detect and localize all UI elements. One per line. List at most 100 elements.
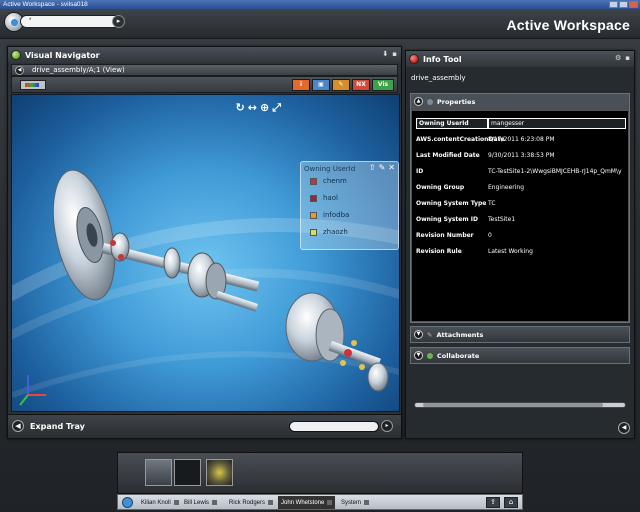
zoom-icon[interactable]: ⊕	[260, 101, 269, 115]
pan-icon[interactable]: ↔	[248, 101, 257, 115]
minimize-button[interactable]	[609, 1, 618, 8]
expand-tray-icon: ◀	[12, 420, 24, 432]
user-tab[interactable]: Rick Rodgers	[226, 496, 276, 509]
sort-icon[interactable]: ⇧	[369, 163, 376, 172]
scrollbar-thumb[interactable]	[423, 403, 603, 407]
tray-thumbnail[interactable]	[206, 459, 233, 486]
owning-user-item[interactable]: zhaozh	[310, 228, 348, 236]
window-titlebar: Active Workspace - svilsa018	[0, 0, 640, 9]
property-key: Revision Rule	[416, 247, 462, 255]
expand-tray-label: Expand Tray	[30, 421, 85, 431]
panel-controls: ⬇ ▪	[382, 50, 397, 58]
user-tab[interactable]: John Whetstone	[278, 496, 336, 509]
property-value: TestSite1	[488, 215, 516, 223]
collaborate-title: Collaborate	[437, 351, 480, 360]
viewer-toolbar-button[interactable]: Vis	[372, 79, 394, 91]
display-mode-icon[interactable]	[20, 80, 46, 90]
cv-joint[interactable]	[285, 292, 389, 392]
property-row[interactable]: Owning System Type TC	[416, 197, 626, 209]
search-input[interactable]: *	[20, 15, 124, 28]
viewer-toolbar-buttons: i ▣ ✎ NX Vis	[292, 79, 394, 91]
collapse-icon: ▲	[414, 97, 423, 106]
properties-list: Owning UserId mangesser AWS.contentCreatio…	[411, 110, 629, 322]
owning-user-item[interactable]: infodba	[310, 211, 349, 219]
collaborate-header[interactable]: ▼ Collaborate	[414, 351, 479, 360]
close-button[interactable]	[629, 1, 638, 8]
tab-status-icon	[173, 500, 179, 505]
panel-close-icon[interactable]: ▪	[392, 50, 397, 58]
visual-navigator-header: Visual Navigator ⬇ ▪	[8, 47, 401, 63]
property-row[interactable]: Owning System ID TestSite1	[416, 213, 626, 225]
property-value: 9/30/2011 3:38:53 PM	[488, 151, 555, 159]
property-row[interactable]: ID TC-TestSite1-2\WwgsiBMJCEHB-rJ14p_QmM\…	[416, 165, 626, 177]
back-icon[interactable]: ◀	[15, 65, 24, 75]
info-tool-back-icon[interactable]: ◀	[618, 422, 630, 434]
fit-icon[interactable]: ⤢	[272, 101, 281, 115]
property-key: Owning System Type	[416, 199, 487, 207]
property-row[interactable]: Owning UserId mangesser	[416, 117, 626, 129]
info-tool-close-icon[interactable]: ▪	[625, 54, 630, 62]
property-value: 8/17/2011 6:23:08 PM	[488, 135, 555, 143]
property-key: Revision Number	[416, 231, 474, 239]
property-key: AWS.contentCreationDate	[416, 135, 505, 143]
property-value: 0	[488, 231, 492, 239]
properties-header[interactable]: ▲ Properties	[414, 97, 475, 106]
property-row[interactable]: Revision Rule Latest Working	[416, 245, 626, 257]
tab-status-icon	[268, 500, 274, 505]
owning-user-header: Owning UserId	[304, 165, 356, 173]
properties-icon	[427, 98, 433, 105]
attachments-header[interactable]: ▼ ✎ Attachments	[414, 330, 483, 339]
property-row[interactable]: Revision Number 0	[416, 229, 626, 241]
selected-object-name: drive_assembly	[411, 74, 466, 82]
properties-section: ▲ Properties Owning UserId mangesser AWS.c…	[410, 93, 630, 323]
user-tab[interactable]: Bill Lewis	[181, 496, 220, 509]
gear-icon[interactable]: ⚙	[615, 54, 621, 62]
owning-user-item[interactable]: chenm	[310, 177, 347, 185]
expand-tray-bar: ◀ Expand Tray ▸	[8, 414, 401, 438]
info-tool-header: Info Tool ⚙ ▪	[406, 51, 634, 67]
user-tab-label: Rick Rodgers	[229, 499, 266, 506]
property-value: mangesser	[488, 117, 626, 129]
upload-icon[interactable]: ⇪	[486, 497, 500, 508]
tray-go-button[interactable]: ▸	[381, 420, 393, 432]
breadcrumb-text[interactable]: drive_assembly/A;1 (View)	[32, 66, 125, 74]
collaborate-icon	[427, 352, 433, 359]
property-key: ID	[416, 167, 424, 175]
tray-thumbnail[interactable]	[145, 459, 172, 486]
viewport-tools: ↻ ↔ ⊕ ⤢	[236, 101, 281, 115]
search-go-button[interactable]: ▸	[112, 15, 125, 28]
owning-user-name: haol	[323, 194, 338, 202]
viewer-toolbar-button[interactable]: i	[292, 79, 310, 91]
owning-user-item[interactable]: haol	[310, 194, 338, 202]
color-swatch	[310, 177, 317, 185]
property-row[interactable]: Owning Group Engineering	[416, 181, 626, 193]
user-tab[interactable]: Kilian Knoll	[138, 496, 182, 509]
expand-tray-button[interactable]: ◀ Expand Tray	[12, 420, 85, 432]
maximize-button[interactable]	[619, 1, 628, 8]
viewer-toolbar-button[interactable]: ▣	[312, 79, 330, 91]
download-icon[interactable]: ⬇	[382, 50, 388, 58]
info-tool-scrollbar[interactable]	[414, 402, 626, 408]
window-controls	[609, 1, 638, 8]
collaborate-section[interactable]: ▼ Collaborate	[410, 347, 630, 364]
property-row[interactable]: Last Modified Date 9/30/2011 3:38:53 PM	[416, 149, 626, 161]
property-row[interactable]: AWS.contentCreationDate 8/17/2011 6:23:08…	[416, 133, 626, 145]
assembly-model[interactable]	[12, 95, 400, 412]
user-tab[interactable]: System	[338, 496, 372, 509]
edit-icon[interactable]: ✎	[379, 163, 386, 172]
rotate-icon[interactable]: ↻	[236, 101, 245, 115]
viewer-toolbar-button[interactable]: ✎	[332, 79, 350, 91]
property-key: Last Modified Date	[416, 151, 480, 159]
tab-status-icon	[364, 500, 370, 505]
brake-disc[interactable]	[43, 165, 125, 306]
3d-viewport[interactable]: ↻ ↔ ⊕ ⤢ Owning UserId ⇧ ✎ ✕ chenm haol inf…	[11, 94, 400, 412]
tray-thumbnail[interactable]	[174, 459, 201, 486]
home-tray-icon[interactable]: ⌂	[504, 497, 518, 508]
viewer-toolbar-button[interactable]: NX	[352, 79, 370, 91]
attachments-section[interactable]: ▼ ✎ Attachments	[410, 326, 630, 343]
expand-icon: ▼	[414, 351, 423, 360]
app-logo-icon[interactable]	[122, 497, 133, 508]
legend-close-icon[interactable]: ✕	[388, 163, 395, 172]
owning-user-name: zhaozh	[323, 228, 348, 236]
tray-search-input[interactable]	[289, 421, 379, 432]
